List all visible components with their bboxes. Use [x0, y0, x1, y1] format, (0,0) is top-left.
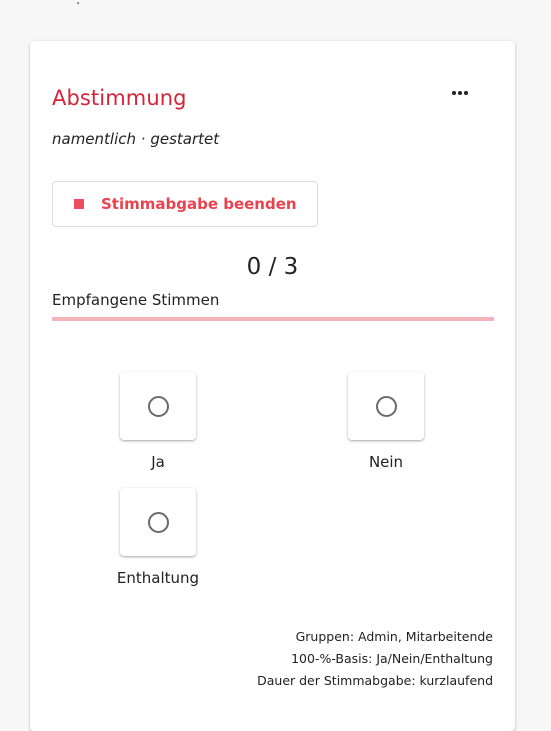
- option-nein-button[interactable]: [348, 372, 424, 440]
- radio-unchecked-icon: [375, 395, 397, 417]
- option-ja: Ja: [98, 372, 218, 471]
- option-ja-label: Ja: [151, 453, 165, 471]
- received-votes-label: Empfangene Stimmen: [52, 291, 220, 309]
- option-nein: Nein: [326, 372, 446, 471]
- radio-unchecked-icon: [147, 395, 169, 417]
- poll-title: Abstimmung: [52, 86, 187, 110]
- option-ja-button[interactable]: [120, 372, 196, 440]
- poll-subtitle: namentlich · gestartet: [52, 130, 220, 148]
- more-options-button[interactable]: [448, 81, 472, 105]
- meta-duration: Dauer der Stimmabgabe: kurzlaufend: [257, 673, 493, 688]
- option-enthaltung-button[interactable]: [120, 488, 196, 556]
- cut-off-text: ·: [76, 0, 81, 8]
- meta-base: 100-%-Basis: Ja/Nein/Enthaltung: [291, 651, 493, 666]
- poll-meta: Gruppen: Admin, Mitarbeitende 100-%-Basi…: [257, 626, 493, 692]
- radio-unchecked-icon: [147, 511, 169, 533]
- stop-voting-label: Stimmabgabe beenden: [101, 195, 297, 213]
- stop-voting-button[interactable]: Stimmabgabe beenden: [52, 181, 318, 227]
- meta-groups: Gruppen: Admin, Mitarbeitende: [295, 629, 493, 644]
- option-nein-label: Nein: [368, 453, 404, 471]
- option-enthaltung: Enthaltung: [98, 488, 218, 587]
- more-horizontal-icon: [451, 91, 469, 95]
- votes-progress-bar: [52, 317, 494, 321]
- vote-count: 0 / 3: [246, 254, 299, 280]
- option-enthaltung-label: Enthaltung: [116, 569, 200, 587]
- poll-card: Abstimmung namentlich · gestartet Stimma…: [30, 41, 515, 731]
- stop-square-icon: [74, 199, 84, 209]
